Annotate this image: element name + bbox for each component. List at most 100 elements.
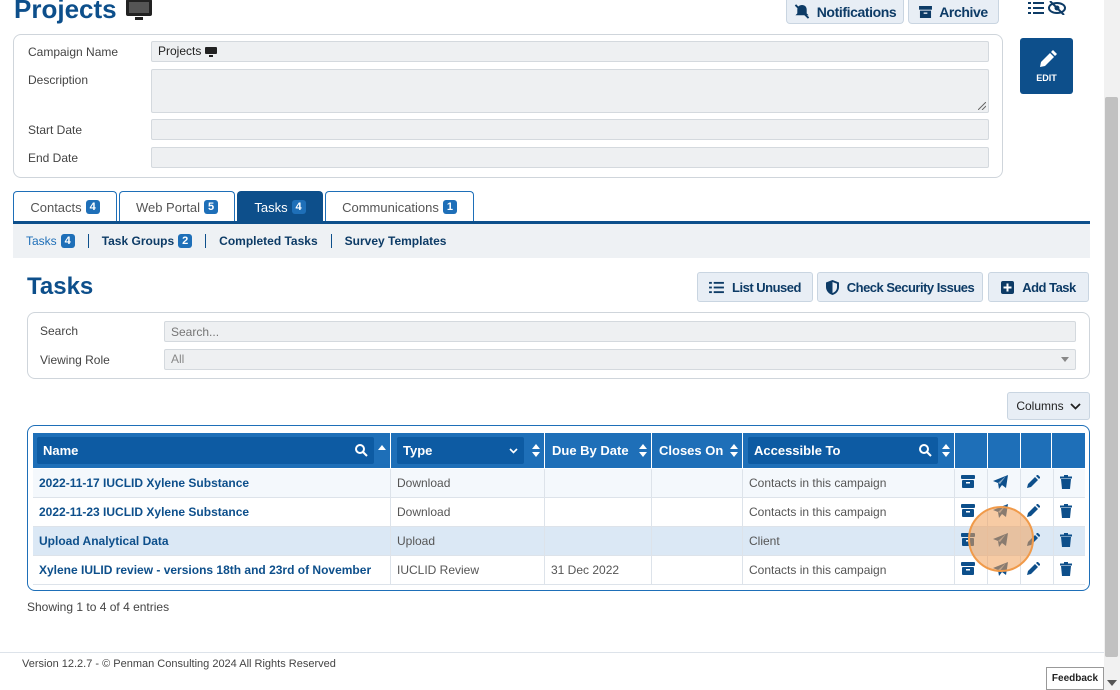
table-row[interactable]: 2022-11-17 IUCLID Xylene Substance Downlo…	[33, 469, 1085, 498]
table-row[interactable]: Xylene IULID review - versions 18th and …	[33, 556, 1085, 585]
end-date-field[interactable]	[151, 147, 989, 168]
trash-icon[interactable]	[1060, 562, 1076, 578]
monitor-icon	[205, 46, 218, 57]
chevron-down-icon	[1070, 402, 1081, 410]
cell-closes	[652, 527, 743, 556]
description-label: Description	[28, 73, 89, 87]
notifications-button[interactable]: Notifications	[786, 0, 904, 24]
cell-due	[545, 469, 652, 498]
tab-label: Tasks	[254, 199, 288, 215]
cell-name[interactable]: Xylene IULID review - versions 18th and …	[33, 556, 391, 585]
check-security-button[interactable]: Check Security Issues	[817, 272, 983, 302]
sort-icon[interactable]	[730, 444, 738, 457]
tab-contacts[interactable]: Contacts 4	[13, 191, 117, 222]
cell-access: Contacts in this campaign	[743, 556, 955, 585]
plus-square-icon	[1001, 280, 1015, 294]
header-label: Accessible To	[754, 443, 841, 458]
search-input[interactable]	[164, 321, 1076, 342]
header-label: Name	[43, 443, 79, 458]
pencil-icon[interactable]	[1026, 503, 1042, 520]
subnav-task-groups[interactable]: Task Groups 2	[87, 233, 205, 249]
subnav-completed-tasks[interactable]: Completed Tasks	[205, 234, 330, 248]
click-highlight	[968, 506, 1034, 572]
start-date-label: Start Date	[28, 123, 83, 137]
archive-label: Archive	[939, 3, 988, 20]
filters-panel: Search Viewing Role All	[27, 312, 1090, 379]
pencil-icon	[1039, 49, 1057, 67]
archive-icon	[919, 5, 933, 18]
cell-access: Contacts in this campaign	[743, 469, 955, 498]
list-icon	[1028, 2, 1044, 14]
chevron-down-icon[interactable]	[509, 448, 518, 454]
tab-label: Web Portal	[135, 199, 201, 215]
archive-icon[interactable]	[961, 475, 977, 491]
subnav-count-badge: 4	[60, 234, 75, 249]
cell-closes	[652, 556, 743, 585]
add-task-label: Add Task	[1022, 279, 1076, 295]
header-label: Due By Date	[552, 443, 629, 458]
viewing-role-select[interactable]: All	[164, 349, 1076, 370]
column-header-due[interactable]: Due By Date	[545, 433, 652, 468]
type-header-box: Type	[397, 437, 524, 464]
column-header-name[interactable]: Name	[33, 433, 391, 468]
table-row[interactable]: 2022-11-23 IUCLID Xylene Substance Downlo…	[33, 498, 1085, 527]
subnav-count-badge: 2	[178, 234, 193, 249]
sort-icon[interactable]	[639, 444, 647, 457]
subnav-tasks[interactable]: Tasks 4	[13, 234, 88, 249]
footer-divider	[0, 652, 1105, 653]
view-toggle[interactable]	[1028, 1, 1066, 15]
cell-type: Upload	[391, 527, 545, 556]
sort-icon[interactable]	[532, 444, 540, 457]
resize-handle-icon[interactable]	[978, 102, 986, 110]
send-icon[interactable]	[993, 475, 1009, 491]
scroll-down-arrow-icon[interactable]	[1107, 680, 1117, 686]
column-header-access[interactable]: Accessible To	[743, 433, 955, 468]
scrollbar-thumb[interactable]	[1105, 97, 1118, 657]
cell-access: Client	[743, 527, 955, 556]
trash-icon[interactable]	[1060, 475, 1076, 491]
list-unused-button[interactable]: List Unused	[697, 272, 813, 302]
tab-tasks[interactable]: Tasks 4	[237, 191, 323, 222]
tab-communications[interactable]: Communications 1	[325, 191, 474, 222]
edit-button[interactable]: EDIT	[1020, 38, 1073, 94]
archive-icon[interactable]	[961, 562, 977, 578]
campaign-name-label: Campaign Name	[28, 45, 119, 59]
add-task-button[interactable]: Add Task	[988, 272, 1089, 302]
cell-name[interactable]: 2022-11-23 IUCLID Xylene Substance	[33, 498, 391, 527]
tab-web-portal[interactable]: Web Portal 5	[119, 191, 235, 222]
search-icon[interactable]	[355, 444, 368, 457]
cell-type: Download	[391, 498, 545, 527]
sub-navigation: Tasks 4 Task Groups 2 Completed Tasks Surv…	[13, 224, 1090, 258]
sort-asc-icon[interactable]	[378, 445, 386, 450]
campaign-name-value: Projects	[158, 44, 202, 58]
campaign-form: Campaign Name Projects Description Start…	[13, 34, 1003, 178]
columns-label: Columns	[1016, 399, 1064, 413]
list-unused-label: List Unused	[732, 279, 801, 295]
pencil-icon[interactable]	[1026, 561, 1042, 578]
cell-name[interactable]: 2022-11-17 IUCLID Xylene Substance	[33, 469, 391, 498]
cell-name[interactable]: Upload Analytical Data	[33, 527, 391, 556]
trash-icon[interactable]	[1060, 504, 1076, 520]
archive-button[interactable]: Archive	[908, 0, 999, 24]
campaign-name-field[interactable]: Projects	[151, 41, 989, 62]
edit-label: EDIT	[1036, 72, 1057, 83]
header-label: Closes On	[659, 443, 724, 458]
column-header-type[interactable]: Type	[391, 433, 545, 468]
cell-due	[545, 527, 652, 556]
end-date-label: End Date	[28, 151, 79, 165]
description-field[interactable]	[151, 69, 989, 113]
tab-count-badge: 1	[442, 200, 457, 214]
sort-icon[interactable]	[942, 444, 950, 457]
table-row[interactable]: Upload Analytical Data Upload Client	[33, 527, 1085, 556]
cell-type: Download	[391, 469, 545, 498]
search-label: Search	[40, 324, 79, 338]
column-header-closes[interactable]: Closes On	[652, 433, 743, 468]
subnav-survey-templates[interactable]: Survey Templates	[330, 234, 460, 248]
feedback-button[interactable]: Feedback	[1046, 667, 1104, 690]
start-date-field[interactable]	[151, 119, 989, 140]
trash-icon[interactable]	[1060, 533, 1076, 549]
columns-button[interactable]: Columns	[1007, 392, 1090, 420]
column-header-delete	[1052, 433, 1085, 468]
search-icon[interactable]	[919, 444, 932, 457]
pencil-icon[interactable]	[1026, 474, 1042, 491]
